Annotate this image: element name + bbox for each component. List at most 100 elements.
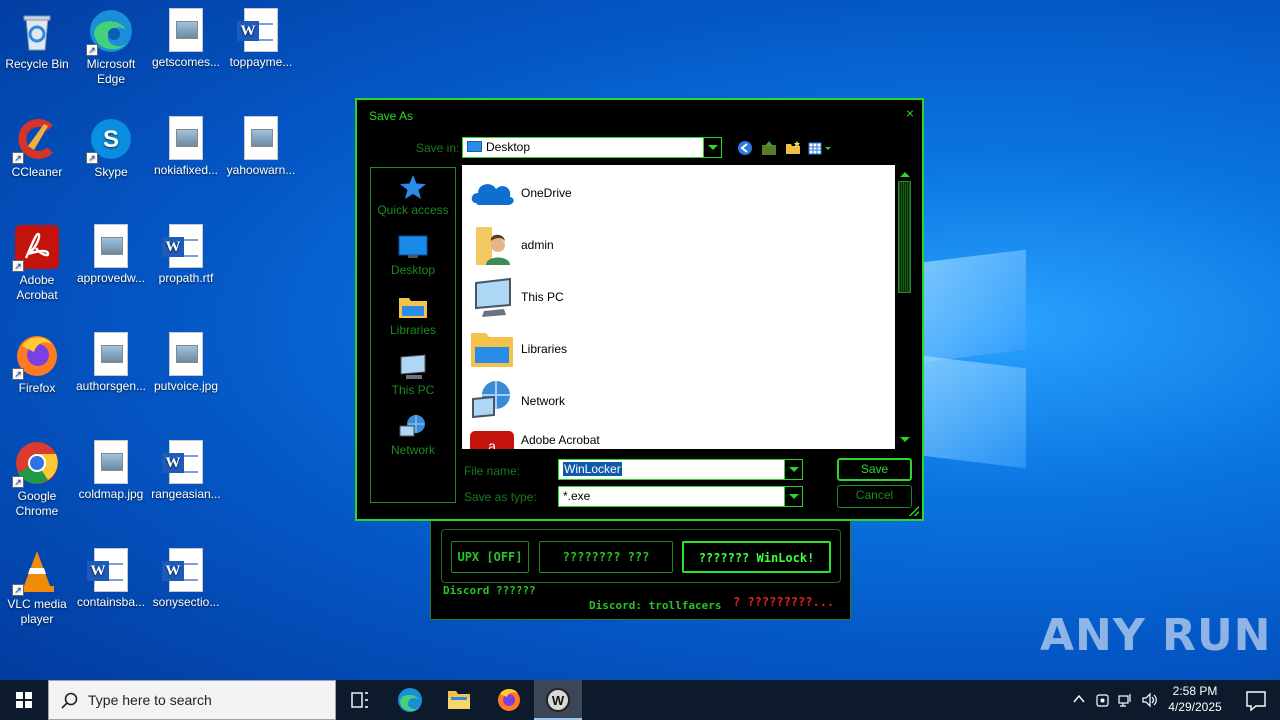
save-as-type-dropdown[interactable]: *.exe — [558, 486, 803, 507]
desktop-icon-file[interactable]: putvoice.jpg — [149, 332, 223, 394]
create-winlock-button[interactable]: ??????? WinLock! — [682, 541, 831, 573]
close-button[interactable]: × — [906, 105, 914, 121]
taskbar-edge[interactable] — [386, 680, 434, 720]
image-file-icon — [169, 116, 203, 160]
onedrive-icon — [470, 171, 514, 215]
discord-credit: Discord: trollfacers — [589, 599, 722, 612]
file-name-input[interactable]: WinLocker — [558, 459, 803, 480]
desktop-folder-icon — [467, 141, 482, 152]
place-desktop[interactable]: Desktop — [371, 234, 455, 277]
cancel-button[interactable]: Cancel — [837, 485, 912, 508]
desktop-icon-label: yahoowarn... — [226, 163, 296, 177]
desktop-icon-file[interactable]: W propath.rtf — [149, 224, 223, 286]
desktop-icon-label: containsba... — [76, 595, 146, 609]
place-label: Quick access — [377, 203, 449, 217]
taskbar-search-box[interactable]: Type here to search — [48, 680, 336, 720]
chevron-down-icon[interactable] — [784, 487, 802, 506]
computer-icon — [398, 354, 428, 380]
list-item[interactable]: This PC — [470, 275, 870, 321]
taskbar-firefox[interactable] — [485, 680, 533, 720]
image-file-icon — [169, 8, 203, 52]
desktop-icon-file[interactable]: W rangeasian... — [149, 440, 223, 502]
desktop-icon-label: propath.rtf — [158, 271, 214, 285]
file-name: Network — [521, 394, 566, 408]
save-in-dropdown[interactable]: Desktop — [462, 137, 722, 158]
desktop-icon-file[interactable]: W toppayme... — [224, 8, 298, 70]
taskbar-file-explorer[interactable] — [435, 680, 483, 720]
desktop-icon-vlc[interactable]: ↗ VLC media player — [0, 548, 74, 627]
list-item[interactable]: OneDrive — [470, 171, 870, 217]
desktop-icon-label: Recycle Bin — [5, 57, 69, 71]
upx-toggle-button[interactable]: UPX [OFF] — [451, 541, 529, 573]
desktop-icon-file[interactable]: approvedw... — [74, 224, 148, 286]
start-button[interactable] — [0, 680, 48, 720]
place-this-pc[interactable]: This PC — [371, 354, 455, 397]
list-item[interactable]: admin — [470, 223, 870, 269]
star-icon — [398, 174, 428, 200]
file-name: Libraries — [521, 342, 568, 356]
chevron-down-icon[interactable] — [703, 138, 721, 157]
meet-now-icon[interactable] — [1095, 692, 1111, 708]
system-tray — [1070, 680, 1160, 720]
desktop-icon-file[interactable]: coldmap.jpg — [74, 440, 148, 502]
image-file-icon — [94, 224, 128, 268]
chevron-down-icon[interactable] — [784, 460, 802, 479]
acrobat-icon: ↗ — [12, 224, 60, 272]
file-list[interactable]: OneDrive admin This PC Libraries Network — [462, 165, 895, 449]
list-item[interactable]: Network — [470, 379, 870, 425]
winlocker-app-icon: W — [546, 688, 570, 712]
desktop-icon-google-chrome[interactable]: ↗ Google Chrome — [0, 440, 74, 519]
taskbar-clock[interactable]: 2:58 PM 4/29/2025 — [1160, 683, 1230, 715]
svg-text:S: S — [103, 126, 119, 153]
file-name-label: File name: — [464, 464, 521, 478]
save-button[interactable]: Save — [837, 458, 912, 481]
place-quick-access[interactable]: Quick access — [371, 174, 455, 217]
desktop-icon-skype[interactable]: S ↗ Skype — [74, 116, 148, 180]
desktop-icon-file[interactable]: W sonysectio... — [149, 548, 223, 610]
scrollbar-thumb[interactable] — [898, 181, 911, 293]
back-icon[interactable] — [737, 140, 755, 156]
network-status-icon[interactable] — [1118, 692, 1134, 708]
word-doc-icon: W — [237, 8, 278, 52]
desktop-icon-label: VLC media player — [7, 597, 67, 626]
winlocker-secondary-button[interactable]: ???????? ??? — [539, 541, 673, 573]
image-file-icon — [169, 332, 203, 376]
desktop-icon-firefox[interactable]: ↗ Firefox — [0, 332, 74, 396]
place-libraries[interactable]: Libraries — [371, 294, 455, 337]
notifications-button[interactable] — [1232, 680, 1280, 720]
volume-icon[interactable] — [1141, 692, 1157, 708]
desktop-icon-recycle-bin[interactable]: Recycle Bin — [0, 8, 74, 72]
desktop-icon-file[interactable]: W containsba... — [74, 548, 148, 610]
desktop-icon-label: toppayme... — [229, 55, 293, 69]
taskbar-winlocker[interactable]: W — [534, 680, 582, 720]
word-doc-icon: W — [87, 548, 128, 592]
libraries-icon — [398, 294, 428, 320]
place-label: This PC — [391, 383, 435, 397]
place-label: Desktop — [390, 263, 436, 277]
network-icon — [398, 414, 428, 440]
up-folder-icon[interactable] — [761, 140, 779, 156]
place-network[interactable]: Network — [371, 414, 455, 457]
desktop-icon-file[interactable]: yahoowarn... — [224, 116, 298, 178]
scroll-up-icon[interactable] — [900, 167, 910, 177]
image-file-icon — [244, 116, 278, 160]
chevron-up-icon[interactable] — [1072, 692, 1086, 706]
firefox-icon: ↗ — [12, 332, 60, 380]
scroll-down-icon[interactable] — [900, 437, 910, 447]
desktop-icon-file[interactable]: nokiafixed... — [149, 116, 223, 178]
file-name-value: WinLocker — [563, 462, 622, 476]
list-item[interactable]: Libraries — [470, 327, 870, 373]
new-folder-icon[interactable] — [785, 140, 803, 156]
desktop-icon-microsoft-edge[interactable]: ↗ Microsoft Edge — [74, 8, 148, 87]
list-item[interactable]: a Adobe Acrobat — [470, 431, 870, 449]
desktop-icon-adobe-acrobat[interactable]: ↗ Adobe Acrobat — [0, 224, 74, 303]
file-list-scrollbar[interactable] — [896, 165, 913, 449]
status-text: ? ?????????... — [733, 595, 835, 609]
desktop-icon-file[interactable]: getscomes... — [149, 8, 223, 70]
task-view-button[interactable] — [336, 680, 384, 720]
resize-grip-icon[interactable] — [909, 506, 919, 516]
desktop-icon-ccleaner[interactable]: ↗ CCleaner — [0, 116, 74, 180]
desktop-icon-file[interactable]: authorsgen... — [74, 332, 148, 394]
firefox-icon — [498, 688, 520, 711]
view-menu-icon[interactable] — [808, 140, 834, 156]
